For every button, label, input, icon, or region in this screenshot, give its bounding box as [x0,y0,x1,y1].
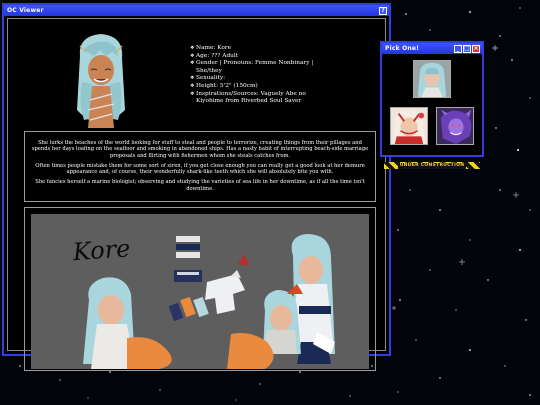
window-title: OC Viewer [7,7,44,14]
stat-sexuality: ❖ Sexuality: [190,75,226,82]
character-portrait [72,30,130,128]
oc-viewer-titlebar[interactable]: OC Viewer ? [4,5,389,16]
bio-paragraph: Often times people mistake them for some… [35,162,365,176]
stat-height: ❖ Height: 5'2" (150cm) [190,82,258,89]
stat-age: ❖ Age: ??? Adult [190,52,239,59]
window-controls: _ □ × [454,44,480,53]
bio-paragraph: She lurks the beaches of the world looki… [31,140,369,159]
under-construction-text: UNDER CONSTRUCTION [397,162,467,169]
pick-one-titlebar[interactable]: Pick One! _ □ × [382,43,482,54]
stat-inspirations: ❖ Inspirations/Sources: Vaguely Abe no Ki… [190,90,306,105]
under-construction-banner: UNDER CONSTRUCTION [384,162,480,169]
stat-name: ❖ Name: Kore [190,45,232,51]
help-button[interactable]: ? [379,6,387,15]
oc-viewer-window: OC Viewer ? ❖ Name: Kore ❖ Age: ??? Adult … [2,3,391,371]
stat-gender-pronouns: ❖ Gender | Pronouns: Femme Nonbinary | Sh… [190,60,314,74]
oc-viewer-content[interactable]: ❖ Name: Kore ❖ Age: ??? Adult ❖ Gender | Pr… [7,18,386,371]
pick-one-window: Pick One! _ □ × [380,41,484,157]
character-thumb-purple[interactable] [436,107,474,145]
reference-art-image: Kore [31,214,369,369]
minimize-button[interactable]: _ [454,44,462,53]
pick-window-title: Pick One! [385,45,420,52]
character-stats: ❖ Name: Kore ❖ Age: ??? Adult ❖ Gender | Pr… [190,45,335,106]
close-button[interactable]: × [472,44,480,53]
character-thumb-kore[interactable] [413,60,451,98]
bio-paragraph: She fancies herself a marine biologist; … [35,179,365,192]
character-bio: She lurks the beaches of the world looki… [24,131,376,202]
reference-art-frame: Kore [24,207,376,371]
maximize-button[interactable]: □ [463,44,471,53]
art-signature: Kore [71,234,131,266]
character-thumb-red[interactable] [390,107,428,145]
